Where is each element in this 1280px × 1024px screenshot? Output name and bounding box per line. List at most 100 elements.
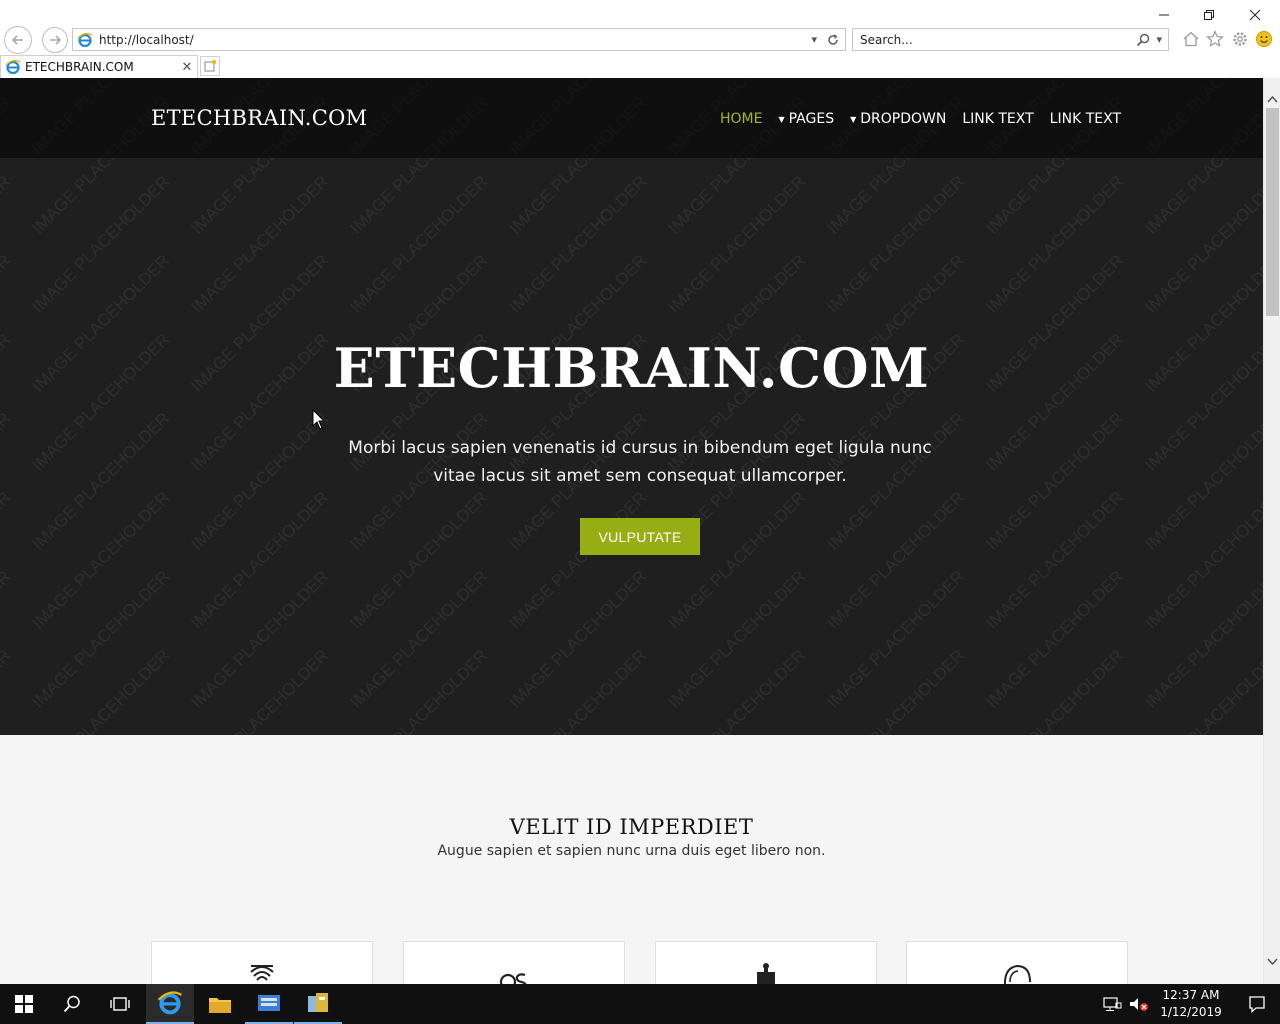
- watermark-text: IMAGE PLACEHOLDER: [664, 488, 809, 633]
- nav-item-label: DROPDOWN: [860, 111, 947, 127]
- browser-chrome: http://localhost/ ▾ Search... ▾ ETECHBRA…: [0, 0, 1280, 78]
- clock-date: 1/12/2019: [1160, 1005, 1222, 1019]
- site-navbar: ETECHBRAIN.COM HOME ▼ PAGES ▼ DROPDOWN LINK T…: [0, 78, 1263, 158]
- watermark-text: IMAGE PLACEHOLDER: [187, 172, 332, 317]
- brain-icon: [1003, 964, 1031, 984]
- scroll-up-icon[interactable]: [1267, 94, 1278, 105]
- watermark-text: IMAGE PLACEHOLDER: [505, 488, 650, 633]
- feedback-smiley-icon[interactable]: [1253, 28, 1275, 50]
- taskbar-server-manager[interactable]: [245, 984, 293, 1024]
- watermark-text: IMAGE PLACEHOLDER: [28, 488, 173, 633]
- taskbar-internet-explorer[interactable]: [146, 984, 194, 1024]
- back-button[interactable]: [4, 26, 32, 54]
- nav-item-label: LINK TEXT: [962, 111, 1034, 127]
- watermark-text: IMAGE PLACEHOLDER: [0, 488, 14, 633]
- nav-item-pages[interactable]: ▼ PAGES: [770, 111, 842, 127]
- nav-item-label: HOME: [719, 111, 763, 127]
- scrollbar-thumb[interactable]: [1266, 108, 1279, 316]
- address-dropdown-icon[interactable]: ▾: [811, 33, 817, 46]
- nav-item-dropdown[interactable]: ▼ DROPDOWN: [842, 111, 954, 127]
- scroll-down-icon[interactable]: [1267, 956, 1278, 967]
- server-manager-icon: [258, 995, 280, 1011]
- home-icon[interactable]: [1180, 28, 1202, 50]
- hero-title: ETECHBRAIN.COM: [333, 336, 930, 400]
- watermark-text: IMAGE PLACEHOLDER: [823, 172, 968, 317]
- section-title: VELIT ID IMPERDIET: [509, 815, 754, 839]
- action-center-button[interactable]: [1234, 984, 1280, 1024]
- feature-card[interactable]: [403, 941, 625, 984]
- network-icon[interactable]: [1102, 995, 1122, 1013]
- address-text[interactable]: http://localhost/: [99, 33, 811, 47]
- feature-card[interactable]: [151, 941, 373, 984]
- watermark-text: IMAGE PLACEHOLDER: [28, 409, 173, 554]
- forward-arrow-icon: [50, 35, 62, 45]
- tab-close-icon[interactable]: ✕: [177, 60, 197, 75]
- refresh-icon[interactable]: [827, 33, 839, 46]
- watermark-text: IMAGE PLACEHOLDER: [187, 567, 332, 712]
- new-tab-button[interactable]: [200, 56, 220, 76]
- watermark-text: IMAGE PLACEHOLDER: [187, 409, 332, 554]
- system-tray: 12:37 AM 1/12/2019: [1102, 984, 1280, 1024]
- tab-title: ETECHBRAIN.COM: [25, 60, 134, 74]
- image-placeholder-watermark: IMAGE PLACEHOLDER IMAGE PLACEHOLDER IMAGE …: [0, 78, 1263, 735]
- address-bar[interactable]: http://localhost/ ▾: [72, 28, 846, 51]
- watermark-text: IMAGE PLACEHOLDER: [0, 567, 14, 712]
- browser-tab[interactable]: ETECHBRAIN.COM ✕: [0, 55, 198, 78]
- watermark-text: IMAGE PLACEHOLDER: [28, 567, 173, 712]
- task-view-button[interactable]: [96, 984, 144, 1024]
- taskbar-file-explorer[interactable]: [196, 984, 244, 1024]
- close-window-button[interactable]: [1232, 2, 1278, 28]
- watermark-text: IMAGE PLACEHOLDER: [823, 567, 968, 712]
- nav-item-label: LINK TEXT: [1049, 111, 1121, 127]
- watermark-text: IMAGE PLACEHOLDER: [823, 488, 968, 633]
- windows-taskbar: 12:37 AM 1/12/2019: [0, 984, 1280, 1024]
- puzzle-icon: [757, 963, 775, 984]
- settings-gear-icon[interactable]: [1229, 28, 1251, 50]
- taskbar-clock[interactable]: 12:37 AM 1/12/2019: [1158, 987, 1224, 1021]
- watermark-text: IMAGE PLACEHOLDER: [982, 567, 1127, 712]
- search-icon: [63, 995, 80, 1013]
- nav-item-home[interactable]: HOME: [712, 111, 770, 127]
- nav-item-link-text[interactable]: LINK TEXT: [954, 111, 1041, 127]
- watermark-text: IMAGE PLACEHOLDER: [0, 409, 14, 554]
- caret-down-icon: ▼: [850, 115, 857, 124]
- page-scrollbar[interactable]: [1263, 78, 1280, 984]
- ie-tab-icon: [5, 59, 21, 75]
- watermark-text: IMAGE PLACEHOLDER: [664, 567, 809, 712]
- watermark-text: IMAGE PLACEHOLDER: [0, 646, 14, 735]
- hero-cta-button[interactable]: VULPUTATE: [580, 518, 700, 555]
- nav-menu: HOME ▼ PAGES ▼ DROPDOWN LINK TEXT LINK TEXT: [712, 111, 1129, 127]
- minimize-button[interactable]: [1141, 2, 1187, 28]
- search-box[interactable]: Search... ▾: [852, 28, 1169, 51]
- folder-icon: [209, 998, 231, 1013]
- watermark-text: IMAGE PLACEHOLDER: [0, 172, 14, 317]
- feature-card[interactable]: [655, 941, 877, 984]
- restore-button[interactable]: [1186, 2, 1232, 28]
- watermark-text: IMAGE PLACEHOLDER: [982, 172, 1127, 317]
- watermark-text: IMAGE PLACEHOLDER: [346, 488, 491, 633]
- favorites-star-icon[interactable]: [1204, 28, 1226, 50]
- hero-section: IMAGE PLACEHOLDER IMAGE PLACEHOLDER IMAGE …: [0, 78, 1263, 735]
- site-brand[interactable]: ETECHBRAIN.COM: [151, 106, 367, 130]
- back-arrow-icon: [11, 35, 23, 45]
- caret-down-icon: ▼: [778, 115, 785, 124]
- watermark-text: IMAGE PLACEHOLDER: [505, 172, 650, 317]
- watermark-text: IMAGE PLACEHOLDER: [187, 488, 332, 633]
- watermark-text: IMAGE PLACEHOLDER: [982, 488, 1127, 633]
- ie-page-icon: [77, 32, 93, 47]
- feature-card[interactable]: [906, 941, 1128, 984]
- search-icon[interactable]: [1136, 33, 1150, 47]
- forward-button[interactable]: [42, 27, 68, 53]
- mouse-cursor-icon: [312, 409, 326, 430]
- search-dropdown-icon[interactable]: ▾: [1156, 33, 1162, 46]
- volume-muted-icon[interactable]: [1128, 995, 1150, 1013]
- search-input[interactable]: Search...: [853, 33, 1136, 47]
- watermark-text: IMAGE PLACEHOLDER: [982, 409, 1127, 554]
- hero-subtitle: Morbi lacus sapien venenatis id cursus i…: [348, 438, 932, 486]
- nav-item-link-text[interactable]: LINK TEXT: [1042, 111, 1129, 127]
- section-subtitle: Augue sapien et sapien nunc urna duis eg…: [437, 843, 826, 859]
- start-button[interactable]: [0, 984, 48, 1024]
- taskbar-search-button[interactable]: [48, 984, 96, 1024]
- taskbar-app[interactable]: [294, 984, 342, 1024]
- watermark-text: IMAGE PLACEHOLDER: [346, 567, 491, 712]
